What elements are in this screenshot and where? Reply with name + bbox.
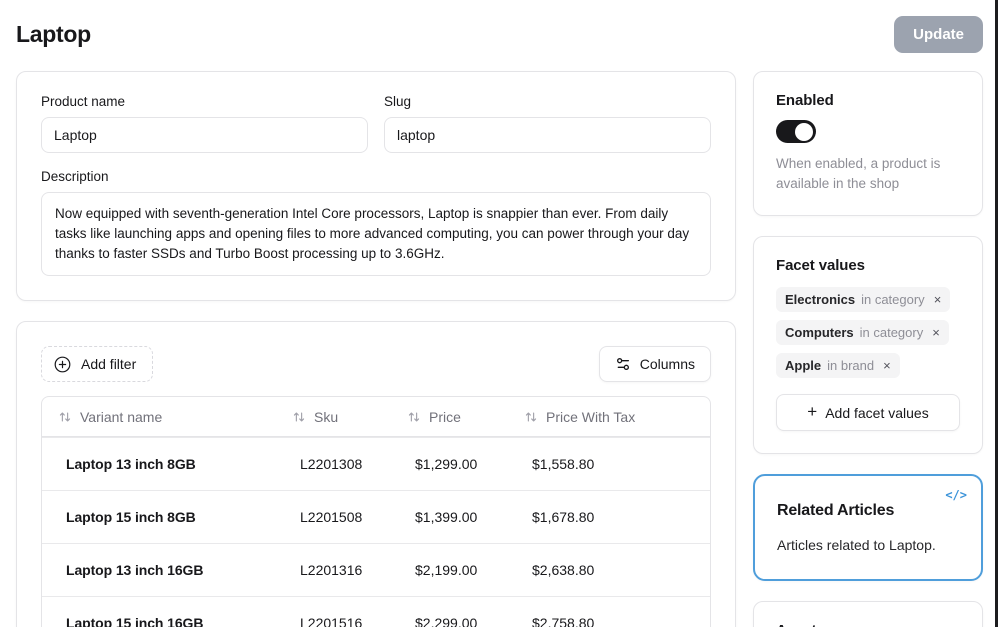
plus-icon: +	[807, 403, 817, 420]
page-header: Laptop Update	[16, 16, 983, 53]
variant-name-cell: Laptop 13 inch 8GB	[66, 456, 300, 472]
price-cell: $1,399.00	[415, 509, 532, 525]
facet-values-title: Facet values	[776, 257, 960, 274]
table-row[interactable]: Laptop 13 inch 8GB L2201308 $1,299.00 $1…	[42, 437, 710, 490]
enabled-toggle[interactable]	[776, 120, 816, 143]
variant-name-cell: Laptop 15 inch 8GB	[66, 509, 300, 525]
product-form-card: Product name Slug Description Now equipp…	[16, 71, 736, 301]
header-price[interactable]: Price	[407, 409, 532, 425]
add-filter-button[interactable]: Add filter	[41, 346, 153, 382]
sort-icon	[407, 410, 421, 424]
price-with-tax-cell: $1,678.80	[532, 509, 710, 525]
description-field-group: Description Now equipped with seventh-ge…	[41, 169, 711, 276]
sku-cell: L2201508	[300, 509, 415, 525]
add-filter-label: Add filter	[81, 356, 136, 372]
product-name-field-group: Product name	[41, 94, 368, 153]
facet-chip: Electronics in category ×	[776, 287, 950, 312]
sidebar: Enabled When enabled, a product is avail…	[753, 71, 983, 627]
facet-chip: Apple in brand ×	[776, 353, 900, 378]
product-name-input[interactable]	[41, 117, 368, 153]
scrollbar[interactable]	[995, 0, 998, 627]
variant-name-cell: Laptop 13 inch 16GB	[66, 562, 300, 578]
facet-chip-value: Electronics	[785, 292, 855, 307]
enabled-label: Enabled	[776, 92, 960, 109]
sku-cell: L2201308	[300, 456, 415, 472]
related-articles-card[interactable]: </> Related Articles Articles related to…	[753, 474, 983, 581]
product-name-label: Product name	[41, 94, 368, 109]
sort-icon	[58, 410, 72, 424]
facet-chip-list: Electronics in category × Computers in c…	[776, 287, 960, 378]
table-row[interactable]: Laptop 15 inch 16GB L2201516 $2,299.00 $…	[42, 596, 710, 627]
price-cell: $1,299.00	[415, 456, 532, 472]
table-row[interactable]: Laptop 13 inch 16GB L2201316 $2,199.00 $…	[42, 543, 710, 596]
facet-chip-facet: in category	[860, 325, 924, 340]
header-variant-name[interactable]: Variant name	[58, 409, 300, 425]
enabled-card: Enabled When enabled, a product is avail…	[753, 71, 983, 216]
facet-chip: Computers in category ×	[776, 320, 949, 345]
sku-cell: L2201316	[300, 562, 415, 578]
related-articles-title: Related Articles	[777, 502, 959, 520]
description-label: Description	[41, 169, 711, 184]
price-with-tax-cell: $1,558.80	[532, 456, 710, 472]
remove-facet-icon[interactable]: ×	[932, 326, 940, 339]
variant-name-cell: Laptop 15 inch 16GB	[66, 615, 300, 627]
slug-label: Slug	[384, 94, 711, 109]
price-cell: $2,299.00	[415, 615, 532, 627]
facet-chip-facet: in category	[861, 292, 925, 307]
table-header-row: Variant name Sku Price	[42, 397, 710, 437]
toggle-knob	[795, 123, 813, 141]
add-facet-values-button[interactable]: + Add facet values	[776, 394, 960, 431]
sku-cell: L2201516	[300, 615, 415, 627]
slug-input[interactable]	[384, 117, 711, 153]
plus-circle-icon	[54, 356, 71, 373]
facet-values-card: Facet values Electronics in category × C…	[753, 236, 983, 454]
variants-table: Variant name Sku Price	[41, 396, 711, 627]
header-sku[interactable]: Sku	[292, 409, 415, 425]
facet-chip-value: Computers	[785, 325, 854, 340]
related-articles-body: Articles related to Laptop.	[777, 537, 959, 553]
price-cell: $2,199.00	[415, 562, 532, 578]
columns-label: Columns	[640, 356, 695, 372]
update-button[interactable]: Update	[894, 16, 983, 53]
sliders-icon	[615, 356, 631, 372]
facet-chip-facet: in brand	[827, 358, 874, 373]
variants-toolbar: Add filter Columns	[41, 346, 711, 382]
page-title: Laptop	[16, 21, 91, 48]
add-facet-values-label: Add facet values	[825, 405, 929, 421]
facet-chip-value: Apple	[785, 358, 821, 373]
main-column: Product name Slug Description Now equipp…	[16, 71, 736, 627]
slug-field-group: Slug	[384, 94, 711, 153]
table-row[interactable]: Laptop 15 inch 8GB L2201508 $1,399.00 $1…	[42, 490, 710, 543]
description-editor[interactable]: Now equipped with seventh-generation Int…	[41, 192, 711, 276]
header-price-with-tax[interactable]: Price With Tax	[524, 409, 710, 425]
remove-facet-icon[interactable]: ×	[883, 359, 891, 372]
sort-icon	[292, 410, 306, 424]
remove-facet-icon[interactable]: ×	[934, 293, 942, 306]
assets-card: Assets	[753, 601, 983, 627]
price-with-tax-cell: $2,758.80	[532, 615, 710, 627]
assets-title: Assets	[776, 622, 960, 627]
sort-icon	[524, 410, 538, 424]
enabled-help-text: When enabled, a product is available in …	[776, 154, 960, 193]
variants-card: Add filter Columns	[16, 321, 736, 627]
code-block-icon: </>	[945, 488, 967, 502]
price-with-tax-cell: $2,638.80	[532, 562, 710, 578]
product-detail-page: Laptop Update Product name Slug D	[0, 0, 1000, 627]
columns-button[interactable]: Columns	[599, 346, 711, 382]
